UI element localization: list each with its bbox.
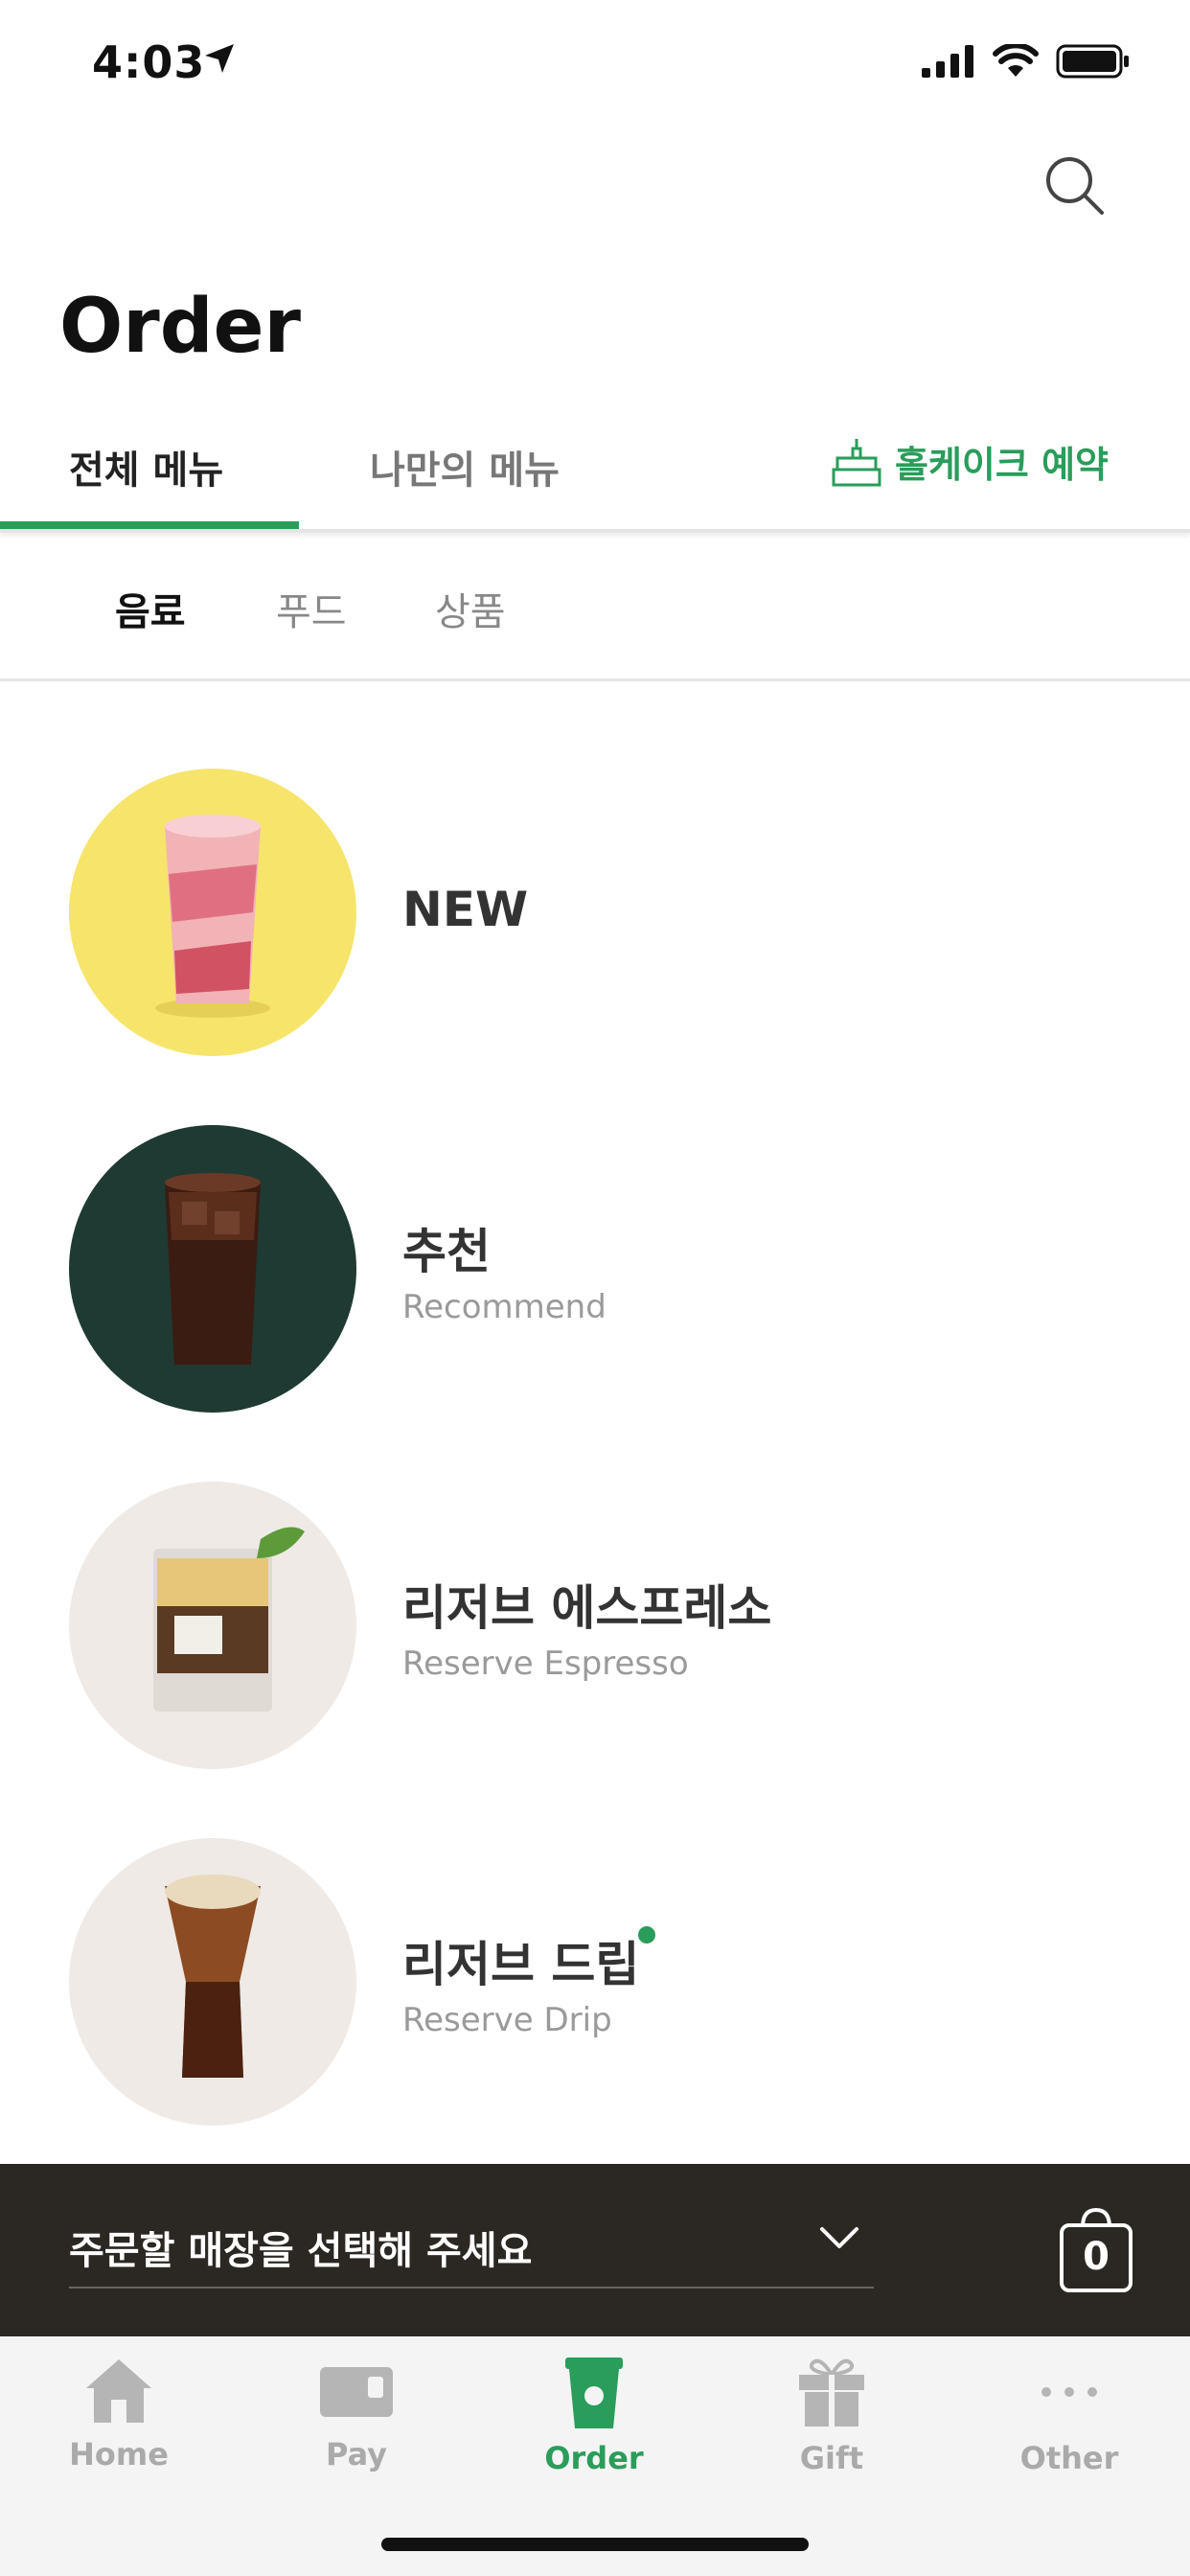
nav-label-order: Order	[544, 2440, 644, 2476]
nav-label-gift: Gift	[799, 2440, 864, 2476]
card-icon	[320, 2367, 393, 2417]
new-indicator-dot	[638, 1926, 655, 1944]
battery-icon	[1056, 44, 1129, 79]
home-indicator	[381, 2538, 809, 2551]
menu-item-new[interactable]: NEW	[0, 769, 1190, 1056]
reserve-drip-image	[69, 1838, 356, 2126]
search-icon	[1046, 157, 1104, 215]
menu-item-title: NEW	[402, 882, 529, 937]
status-icons	[922, 44, 1131, 79]
cart-count: 0	[1083, 2235, 1110, 2279]
subcategory-beverage[interactable]: 음료	[115, 581, 186, 636]
menu-item-subtitle: Reserve Drip	[402, 2001, 612, 2039]
store-selection-bar: 주문할 매장을 선택해 주세요 0	[0, 2164, 1190, 2336]
search-button[interactable]	[1044, 155, 1106, 217]
tab-divider	[0, 529, 1190, 533]
home-icon	[86, 2359, 151, 2423]
cup-icon	[565, 2358, 623, 2428]
status-time: 4:03	[92, 36, 206, 88]
menu-item-reserve-espresso[interactable]: 리저브 에스프레소 Reserve Espresso	[0, 1482, 1190, 1769]
menu-item-subtitle: Reserve Espresso	[402, 1644, 689, 1683]
tab-my-menu[interactable]: 나만의 메뉴	[370, 439, 560, 494]
wifi-icon	[993, 44, 1039, 77]
nav-label-other: Other	[1019, 2440, 1119, 2476]
store-underline	[69, 2287, 874, 2288]
menu-item-reserve-drip[interactable]: 리저브 드립 Reserve Drip	[0, 1838, 1190, 2126]
menu-item-title: 추천	[402, 1224, 491, 1279]
nav-pay[interactable]: Pay	[261, 2356, 452, 2472]
nav-label-home: Home	[69, 2436, 169, 2472]
store-select-prompt[interactable]: 주문할 매장을 선택해 주세요	[69, 2220, 532, 2275]
nav-order[interactable]: Order	[498, 2356, 690, 2476]
reserve-espresso-image	[69, 1482, 356, 1769]
page-title: Order	[59, 284, 301, 370]
menu-item-subtitle: Recommend	[402, 1288, 606, 1326]
more-icon	[1041, 2387, 1097, 2397]
nav-label-pay: Pay	[325, 2436, 388, 2472]
whole-cake-reservation-link[interactable]: 홀케이크 예약	[830, 435, 1109, 488]
menu-item-title: 리저브 드립	[402, 1937, 640, 1992]
active-tab-indicator	[0, 521, 299, 529]
new-drink-image	[69, 769, 356, 1056]
recommend-drink-image	[69, 1125, 356, 1413]
location-arrow-icon	[203, 42, 236, 79]
bottom-navigation: Home Pay Order Gift Other	[0, 2336, 1190, 2576]
menu-tabs: 전체 메뉴 나만의 메뉴 홀케이크 예약	[0, 422, 1190, 533]
subcategory-divider	[0, 678, 1190, 681]
subcategory-goods[interactable]: 상품	[435, 581, 506, 636]
nav-gift[interactable]: Gift	[736, 2356, 927, 2476]
nav-home[interactable]: Home	[23, 2356, 215, 2472]
menu-item-recommend[interactable]: 추천 Recommend	[0, 1125, 1190, 1413]
chevron-down-icon[interactable]	[816, 2223, 862, 2258]
gift-icon	[799, 2358, 864, 2426]
nav-other[interactable]: Other	[973, 2356, 1165, 2476]
signal-icon	[922, 45, 973, 78]
cart-button[interactable]: 0	[1058, 2206, 1134, 2294]
subcategory-food[interactable]: 푸드	[276, 581, 347, 636]
tab-all-menu[interactable]: 전체 메뉴	[69, 439, 223, 494]
menu-item-title: 리저브 에스프레소	[402, 1580, 772, 1636]
cake-link-label: 홀케이크 예약	[895, 444, 1109, 486]
cake-icon	[832, 438, 881, 486]
